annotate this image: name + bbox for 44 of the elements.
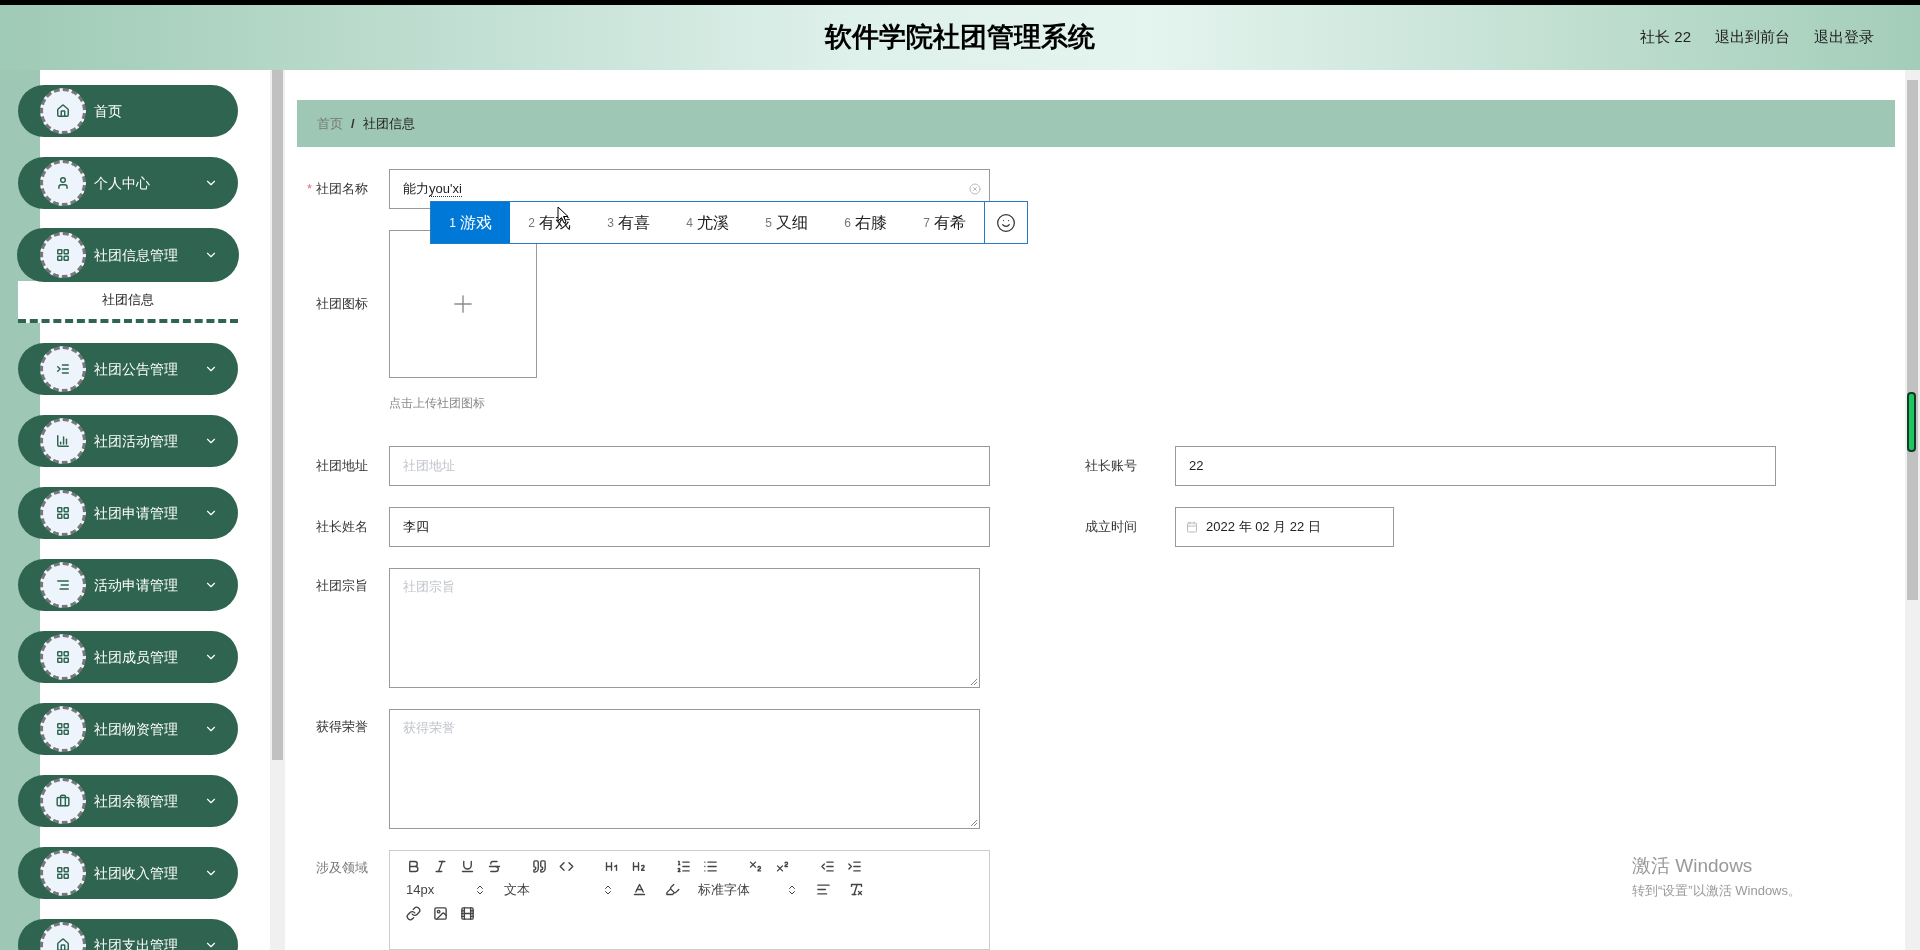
field-label: * 社团名称 bbox=[306, 181, 368, 197]
sidebar-menu-item[interactable]: 社团申请管理 bbox=[18, 487, 238, 539]
header-link[interactable]: 退出到前台 bbox=[1715, 26, 1790, 49]
field-value: 能力you'xi bbox=[403, 180, 462, 199]
field-label: 社团宗旨 bbox=[316, 578, 368, 593]
ime-candidate[interactable]: 1 游戏 bbox=[431, 202, 510, 243]
input-field[interactable]: 22 bbox=[1175, 446, 1776, 486]
activation-notice: 激活 Windows 转到“设置”以激活 Windows。 bbox=[1632, 854, 1801, 900]
editor-select[interactable]: 14px bbox=[406, 880, 486, 900]
field-label: 社长账号 bbox=[1085, 458, 1137, 474]
field-value: 李四 bbox=[403, 518, 429, 537]
header-link[interactable]: 退出登录 bbox=[1814, 26, 1874, 49]
breadcrumb-item: 社团信息 bbox=[362, 114, 415, 133]
date-field[interactable]: 2022 年 02 月 22 日 bbox=[1175, 507, 1394, 547]
sidebar-menu-item[interactable]: 社团余额管理 bbox=[18, 775, 238, 827]
sidebar-menu-item[interactable]: 社团成员管理 bbox=[18, 631, 238, 683]
field-label: 成立时间 bbox=[1085, 519, 1137, 535]
app-title: 软件学院社团管理系统 bbox=[825, 21, 1095, 55]
sidebar-menu-item[interactable]: 社团信息管理 bbox=[18, 229, 238, 281]
editor-select[interactable]: 文本 bbox=[504, 880, 614, 900]
field-label: 社团地址 bbox=[316, 458, 368, 474]
sidebar-menu-item[interactable]: 个人中心 bbox=[18, 157, 238, 209]
sidebar-menu-item[interactable]: 社团公告管理 bbox=[18, 343, 238, 395]
sidebar-submenu-item[interactable]: 社团信息 bbox=[18, 281, 238, 323]
editor-select[interactable]: 标准字体 bbox=[698, 880, 798, 900]
field-label: 社团图标 bbox=[316, 296, 368, 312]
upload-hint: 点击上传社团图标 bbox=[389, 395, 486, 412]
sidebar-menu-item[interactable]: 活动申请管理 bbox=[18, 559, 238, 611]
sidebar-menu-item[interactable]: 社团活动管理 bbox=[18, 415, 238, 467]
sidebar-menu-item[interactable]: 社团物资管理 bbox=[18, 703, 238, 755]
field-label: 获得荣誉 bbox=[316, 719, 368, 734]
breadcrumb-separator: / bbox=[351, 114, 355, 133]
header-link[interactable]: 社长 22 bbox=[1640, 26, 1691, 49]
field-placeholder: 社团地址 bbox=[403, 457, 455, 476]
field-label: 涉及领域 bbox=[316, 860, 368, 875]
sidebar-menu-item[interactable]: 社团收入管理 bbox=[18, 847, 238, 899]
field-placeholder: 社团宗旨 bbox=[403, 579, 455, 594]
field-value: 2022 年 02 月 22 日 bbox=[1206, 518, 1321, 537]
rich-text-editor[interactable]: 14px 文本 标准字体 bbox=[389, 850, 990, 950]
field-value: 22 bbox=[1189, 457, 1204, 476]
sidebar-menu-item[interactable]: 首页 bbox=[18, 85, 238, 137]
field-label: 社长姓名 bbox=[316, 519, 368, 535]
field-placeholder: 获得荣誉 bbox=[403, 720, 455, 735]
input-field[interactable]: 李四 bbox=[389, 507, 990, 547]
